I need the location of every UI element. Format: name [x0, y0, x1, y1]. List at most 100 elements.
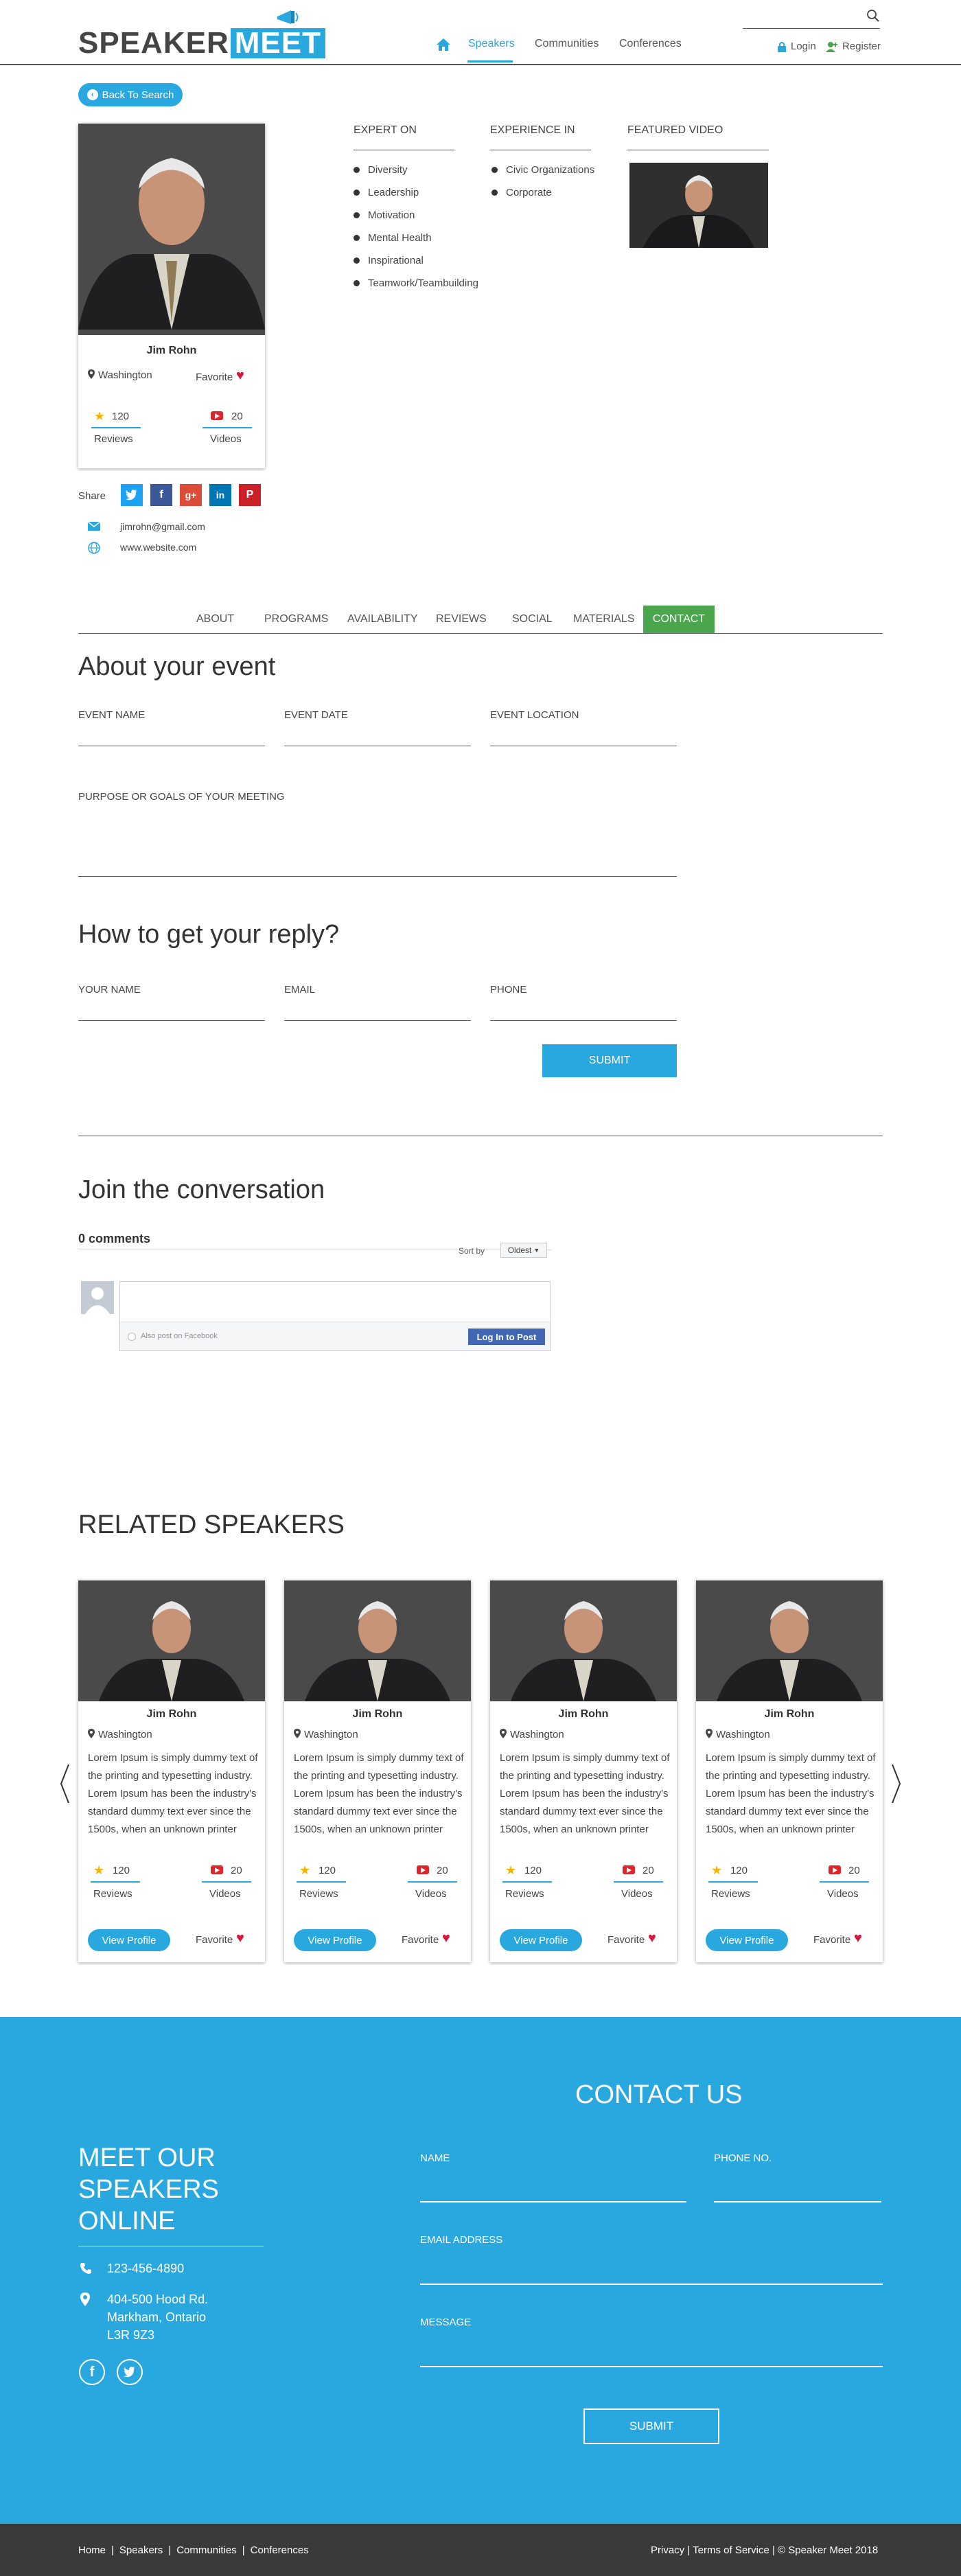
heart-icon[interactable]: ♥ [236, 1931, 244, 1946]
also-post-checkbox[interactable] [128, 1333, 136, 1341]
tab-social[interactable]: SOCIAL [512, 613, 553, 625]
map-pin-icon [88, 369, 95, 379]
email-field[interactable] [284, 1020, 471, 1021]
map-pin-icon [88, 1729, 95, 1738]
sort-select[interactable]: Oldest ▼ [500, 1243, 547, 1258]
related-favorite-label[interactable]: Favorite [607, 1934, 645, 1946]
footer-link-conferences[interactable]: Conferences [251, 2544, 309, 2556]
your-name-field[interactable] [78, 1020, 265, 1021]
expert-item: Motivation [354, 209, 415, 221]
videos-divider [614, 1881, 663, 1883]
phone-field[interactable] [490, 1020, 677, 1021]
expert-item: Leadership [354, 187, 419, 198]
speaker-email[interactable]: jimrohn@gmail.com [120, 521, 205, 532]
tab-availability[interactable]: AVAILABILITY [347, 613, 418, 625]
view-profile-button[interactable]: View Profile [294, 1929, 376, 1951]
add-user-icon [826, 41, 837, 52]
footer-facebook-icon[interactable]: f [79, 2359, 105, 2385]
footer-address: 404-500 Hood Rd. Markham, Ontario L3R 9Z… [107, 2290, 208, 2344]
search-input[interactable] [743, 28, 880, 29]
featured-video-thumbnail[interactable] [629, 163, 768, 248]
related-videos-label: Videos [209, 1888, 241, 1900]
footer-phone[interactable]: 123-456-4890 [107, 2262, 184, 2276]
nav-conferences[interactable]: Conferences [619, 38, 682, 50]
view-profile-button[interactable]: View Profile [88, 1929, 170, 1951]
map-pin-icon [500, 1729, 507, 1738]
facebook-share-button[interactable]: f [150, 484, 172, 506]
speaker-website[interactable]: www.website.com [120, 542, 196, 553]
meet-title-line: SPEAKERS [78, 2175, 219, 2204]
reviews-divider [502, 1881, 552, 1883]
address-line: Markham, Ontario [107, 2310, 207, 2324]
experience-item: Corporate [491, 187, 552, 198]
heart-icon[interactable]: ♥ [648, 1931, 656, 1946]
linkedin-icon: in [216, 490, 225, 501]
tab-programs[interactable]: PROGRAMS [264, 613, 328, 625]
register-link[interactable]: Register [826, 41, 881, 52]
favorite-label[interactable]: Favorite [196, 371, 233, 383]
footer-submit-button[interactable]: SUBMIT [583, 2408, 719, 2444]
related-speaker-name[interactable]: Jim Rohn [78, 1708, 265, 1721]
experience-in-title: EXPERIENCE IN [490, 124, 575, 136]
tab-contact[interactable]: CONTACT [643, 606, 715, 633]
envelope-icon [88, 522, 100, 531]
login-link[interactable]: Login [777, 41, 816, 52]
search-icon[interactable] [866, 9, 880, 23]
carousel-prev-arrow[interactable] [59, 1763, 70, 1804]
heart-icon[interactable]: ♥ [236, 368, 244, 384]
related-speaker-location: Washington [716, 1729, 770, 1740]
footer-links: Home | Speakers | Communities | Conferences [78, 2544, 309, 2556]
tab-reviews[interactable]: REVIEWS [436, 613, 487, 625]
google-plus-share-button[interactable]: g+ [180, 484, 202, 506]
nav-communities[interactable]: Communities [535, 38, 599, 50]
video-icon [211, 411, 223, 420]
video-icon [829, 1865, 841, 1874]
footer-phone-field[interactable] [714, 2201, 881, 2203]
reviews-count: 120 [112, 411, 130, 422]
logo[interactable]: SPEAKER MEET [78, 26, 325, 60]
related-videos-count: 20 [848, 1865, 860, 1876]
footer-email-field[interactable] [420, 2284, 883, 2285]
nav-speakers[interactable]: Speakers [468, 38, 515, 50]
tab-about[interactable]: ABOUT [196, 613, 234, 625]
avatar [81, 1281, 114, 1314]
footer-twitter-icon[interactable] [117, 2359, 143, 2385]
videos-count: 20 [231, 411, 243, 422]
view-profile-button[interactable]: View Profile [706, 1929, 788, 1951]
share-label: Share [78, 490, 106, 502]
footer-message-field[interactable] [420, 2366, 883, 2367]
submit-button[interactable]: SUBMIT [542, 1044, 677, 1077]
home-icon[interactable] [436, 38, 451, 51]
related-speaker-name[interactable]: Jim Rohn [696, 1708, 883, 1721]
phone-label: PHONE [490, 984, 527, 996]
log-in-to-post-button[interactable]: Log In to Post [468, 1329, 545, 1345]
related-favorite-label[interactable]: Favorite [813, 1934, 850, 1946]
sort-value: Oldest [507, 1245, 532, 1255]
expert-item: Diversity [354, 164, 408, 176]
purpose-field[interactable] [78, 876, 677, 877]
linkedin-share-button[interactable]: in [209, 484, 231, 506]
related-favorite-label[interactable]: Favorite [402, 1934, 439, 1946]
contact-us-title: CONTACT US [575, 2080, 743, 2109]
video-icon [211, 1865, 223, 1874]
pinterest-share-button[interactable]: P [239, 484, 261, 506]
footer-legal[interactable]: Privacy | Terms of Service | © Speaker M… [651, 2544, 878, 2556]
carousel-next-arrow[interactable] [891, 1763, 902, 1804]
speaker-name: Jim Rohn [146, 345, 197, 356]
footer-link-communities[interactable]: Communities [176, 2544, 237, 2556]
reviews-divider [91, 1881, 140, 1883]
heart-icon[interactable]: ♥ [854, 1931, 862, 1946]
heart-icon[interactable]: ♥ [442, 1931, 450, 1946]
footer-link-speakers[interactable]: Speakers [119, 2544, 163, 2556]
tab-materials[interactable]: MATERIALS [573, 613, 635, 625]
related-speaker-name[interactable]: Jim Rohn [284, 1708, 471, 1721]
related-speaker-description: Lorem Ipsum is simply dummy text of the … [88, 1752, 258, 1835]
event-location-label: EVENT LOCATION [490, 709, 579, 721]
footer-name-field[interactable] [420, 2201, 686, 2203]
back-to-search-button[interactable]: ‹ Back To Search [78, 83, 183, 106]
view-profile-button[interactable]: View Profile [500, 1929, 582, 1951]
related-speaker-name[interactable]: Jim Rohn [490, 1708, 677, 1721]
related-favorite-label[interactable]: Favorite [196, 1934, 233, 1946]
footer-link-home[interactable]: Home [78, 2544, 106, 2556]
twitter-share-button[interactable] [121, 484, 143, 506]
